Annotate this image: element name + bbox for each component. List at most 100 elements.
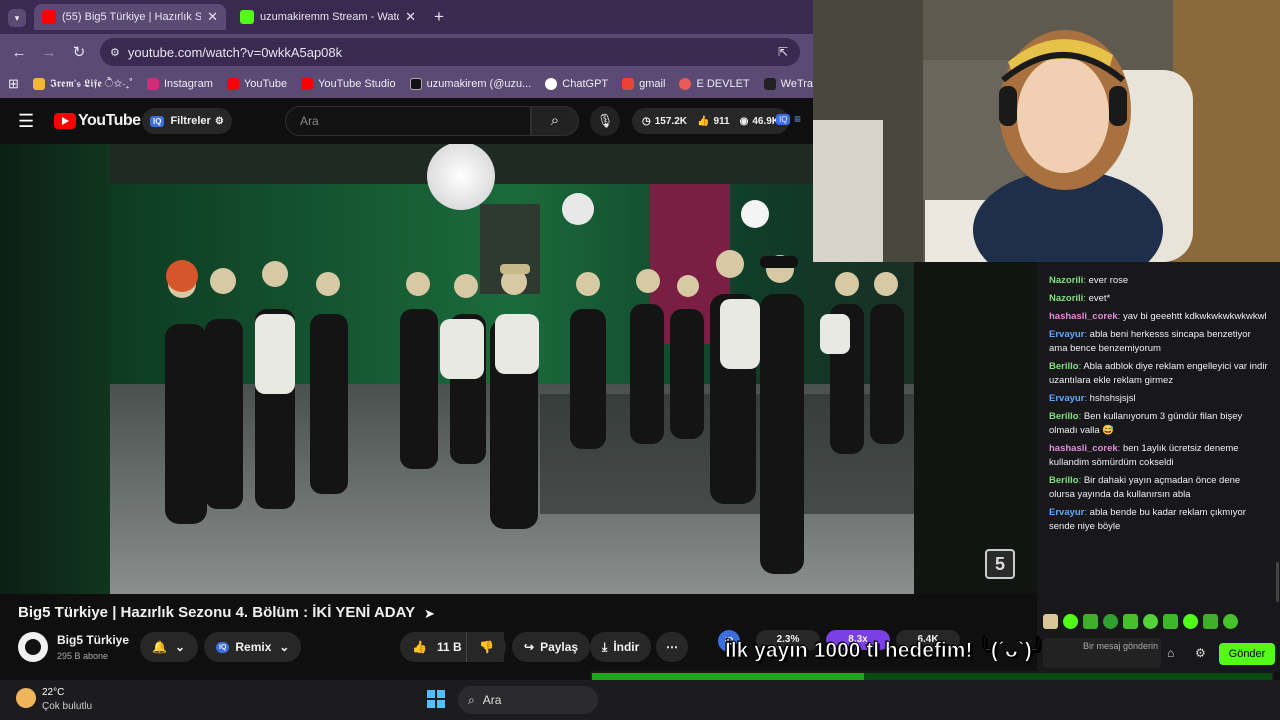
filters-button[interactable]: IQ Filtreler ⚙ xyxy=(142,108,232,134)
menu-icon[interactable]: ☰ xyxy=(18,111,34,132)
close-icon[interactable]: ✕ xyxy=(207,9,218,25)
remix-button[interactable]: IQ Remix ⌄ xyxy=(204,632,302,662)
emote-icon[interactable] xyxy=(1183,614,1198,629)
emote-icon[interactable] xyxy=(1223,614,1238,629)
site-info-icon[interactable]: ⚙ xyxy=(110,46,120,59)
chat-input[interactable]: Bir mesaj gönderin xyxy=(1043,638,1161,668)
subscriber-count: 295 B abone xyxy=(57,651,109,661)
list-icon[interactable]: ≡ xyxy=(794,112,801,126)
back-button[interactable]: ← xyxy=(4,44,34,61)
chat-username[interactable]: Ervayur xyxy=(1049,329,1084,340)
channel-name[interactable]: Big5 Türkiye xyxy=(57,633,129,647)
chat-message: hashasli_corek: yav bi geeehtt kdkwkwkwk… xyxy=(1037,308,1280,326)
bookmark-item[interactable]: 𝕴𝖗𝖊𝖒'𝖘 𝕷𝖎𝖋𝖊 ੈ✩‧₊˚ xyxy=(32,78,133,91)
chat-message: hashasli_corek: ben 1aylık ücretsiz dene… xyxy=(1037,440,1280,472)
kick-icon xyxy=(240,10,254,24)
webcam-scene xyxy=(813,0,1280,262)
taskbar-search[interactable]: ⌕ Ara xyxy=(458,686,598,714)
chatgpt-icon xyxy=(545,78,558,90)
microphone-icon[interactable]: 🎙 xyxy=(590,106,620,136)
bookmark-label: E DEVLET xyxy=(696,78,750,90)
youtube-logo[interactable]: YouTube TR xyxy=(54,112,152,130)
video-frame[interactable] xyxy=(110,144,914,594)
chat-text: evet* xyxy=(1088,293,1111,304)
chat-username[interactable]: Ervayur xyxy=(1049,393,1084,404)
emote-icon[interactable] xyxy=(1043,614,1058,629)
emote-icon[interactable] xyxy=(1123,614,1138,629)
chat-username[interactable]: hashasli_corek xyxy=(1049,311,1118,322)
edevlet-icon xyxy=(679,78,692,90)
chat-scrollbar[interactable] xyxy=(1276,562,1279,602)
bookmark-item[interactable]: WeTransfer xyxy=(763,78,813,90)
windows-start-icon[interactable] xyxy=(427,690,445,708)
bookmark-label: Instagram xyxy=(163,78,213,90)
close-icon[interactable]: ✕ xyxy=(405,9,416,25)
bookmark-item[interactable]: gmail xyxy=(622,78,665,90)
youtube-header: ☰ YouTube TR IQ Filtreler ⚙ Ara ⌕ 🎙 ◷157… xyxy=(0,98,813,144)
like-icon: 👍 xyxy=(696,115,710,127)
extension-icon[interactable]: IQ xyxy=(776,114,791,125)
apps-grid-icon[interactable]: ⊞ xyxy=(8,76,19,92)
chat-username[interactable]: Ervayur xyxy=(1049,507,1084,518)
chat-username[interactable]: Nazorili xyxy=(1049,293,1083,304)
player-side-left xyxy=(0,144,110,594)
forward-button[interactable]: → xyxy=(34,44,64,61)
emote-icon[interactable] xyxy=(1163,614,1178,629)
url-field[interactable]: ⚙ youtube.com/watch?v=0wkkA5ap08k ⇱ xyxy=(100,38,800,66)
tab-title: uzumakiremm Stream - Watch L xyxy=(260,11,399,23)
settings-gear-icon[interactable]: ⚙ xyxy=(1195,646,1206,660)
chat-message: Ervayur: abla beni herkesss sincapa benz… xyxy=(1037,326,1280,358)
bookmark-item[interactable]: uzumakirem (@uzu... xyxy=(409,78,531,90)
download-label: İndir xyxy=(613,640,640,654)
thumbs-down-icon: 👎 xyxy=(479,640,494,654)
chat-username[interactable]: Berillo xyxy=(1049,361,1079,372)
chat-username[interactable]: hashasli_corek xyxy=(1049,443,1118,454)
chat-username[interactable]: Berillo xyxy=(1049,475,1079,486)
bookmark-item[interactable]: ChatGPT xyxy=(545,78,608,90)
weather-icon[interactable] xyxy=(16,688,36,708)
chat-username[interactable]: Berillo xyxy=(1049,411,1079,422)
bookmark-item[interactable]: E DEVLET xyxy=(679,78,750,90)
emote-icon[interactable] xyxy=(1203,614,1218,629)
emote-icon[interactable] xyxy=(1063,614,1078,629)
reload-button[interactable]: ↻ xyxy=(64,43,94,61)
youtube-studio-icon xyxy=(301,78,314,90)
bookmark-item[interactable]: Instagram xyxy=(146,78,213,90)
new-tab-button[interactable]: + xyxy=(434,7,444,27)
channel-avatar[interactable] xyxy=(18,632,48,662)
chat-message: Ervayur: hshshsjsjsl xyxy=(1037,390,1280,408)
install-app-icon[interactable]: ⇱ xyxy=(778,45,788,59)
tab-search-button[interactable]: ▾ xyxy=(8,9,26,27)
bookmark-item[interactable]: YouTube Studio xyxy=(301,78,396,90)
youtube-icon xyxy=(226,78,239,90)
tab-kick[interactable]: uzumakiremm Stream - Watch L ✕ xyxy=(232,4,424,30)
search-input[interactable]: Ara xyxy=(285,106,531,136)
chat-username[interactable]: Nazorili xyxy=(1049,275,1083,286)
chat-message-list: Nazorili: ever rose Nazorili: evet* hashas… xyxy=(1037,262,1280,536)
channel-watermark[interactable]: 5 xyxy=(985,549,1015,579)
stream-goal-text: İlk yayın 1000 tl hedefim! ╰(´ᴗ`)╯ xyxy=(725,639,1045,663)
store-icon[interactable]: ⌂ xyxy=(1167,646,1174,660)
emote-icon[interactable] xyxy=(1143,614,1158,629)
download-button[interactable]: ⤓ İndir xyxy=(590,632,652,662)
notification-bell-button[interactable]: 🔔 ⌄ xyxy=(140,632,198,662)
chat-text: hshshsjsjsl xyxy=(1089,393,1136,404)
eye-icon: ◉ xyxy=(739,115,749,127)
share-button[interactable]: ↪ Paylaş xyxy=(512,632,591,662)
clock-icon: ◷ xyxy=(642,115,651,127)
watching-stat: 46.9K xyxy=(752,115,779,127)
emote-icon[interactable] xyxy=(1083,614,1098,629)
bookmark-icon xyxy=(32,78,45,90)
emote-icon[interactable] xyxy=(1103,614,1118,629)
temperature: 22°C xyxy=(42,687,65,698)
like-count: 11 B xyxy=(436,640,462,654)
download-icon: ⤓ xyxy=(602,639,608,654)
tab-title: (55) Big5 Türkiye | Hazırlık Sezon xyxy=(62,11,202,23)
dislike-button[interactable]: 👎 xyxy=(466,632,506,662)
bookmark-item[interactable]: YouTube xyxy=(226,78,287,90)
weather-condition: Çok bulutlu xyxy=(42,701,93,712)
send-button[interactable]: Gönder xyxy=(1219,643,1275,665)
search-icon[interactable]: ⌕ xyxy=(531,106,579,136)
tab-youtube[interactable]: (55) Big5 Türkiye | Hazırlık Sezon ✕ xyxy=(34,4,226,30)
more-actions-button[interactable]: ⋯ xyxy=(656,632,688,662)
